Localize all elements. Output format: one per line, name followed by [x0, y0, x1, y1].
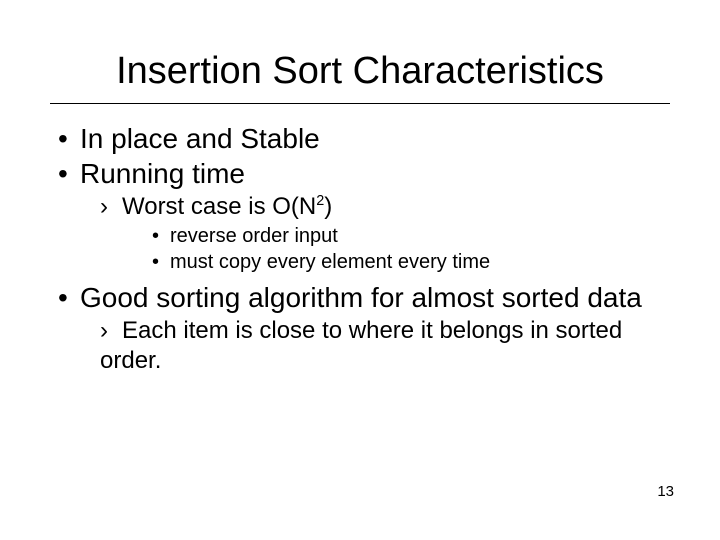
subsub-item: reverse order input: [152, 224, 670, 250]
bullet-text: Good sorting algorithm for almost sorted…: [80, 282, 642, 313]
sub-list: Each item is close to where it belongs i…: [100, 316, 670, 376]
title-rule: [50, 103, 670, 104]
subsub-text: reverse order input: [170, 225, 338, 247]
bullet-item: Good sorting algorithm for almost sorted…: [58, 281, 670, 376]
sub-list: Worst case is O(N2) reverse order input …: [100, 192, 670, 275]
subsub-list: reverse order input must copy every elem…: [152, 224, 670, 275]
bullet-text: Running time: [80, 158, 245, 189]
subsub-item: must copy every element every time: [152, 250, 670, 276]
sub-text: Each item is close to where it belongs i…: [100, 317, 622, 374]
slide-title: Insertion Sort Characteristics: [50, 50, 670, 93]
sub-item: Each item is close to where it belongs i…: [100, 316, 670, 376]
sub-item: Worst case is O(N2) reverse order input …: [100, 192, 670, 275]
bullet-list: In place and Stable Running time Worst c…: [58, 122, 670, 376]
slide: Insertion Sort Characteristics In place …: [0, 0, 720, 540]
bullet-text: In place and Stable: [80, 123, 320, 154]
page-number: 13: [657, 483, 674, 500]
subsub-text: must copy every element every time: [170, 251, 490, 273]
bullet-item: Running time Worst case is O(N2) reverse…: [58, 157, 670, 275]
bullet-item: In place and Stable: [58, 122, 670, 155]
text-part: Worst case is O(N: [122, 193, 316, 220]
text-part: ): [324, 193, 332, 220]
sub-text: Worst case is O(N2): [122, 193, 332, 220]
